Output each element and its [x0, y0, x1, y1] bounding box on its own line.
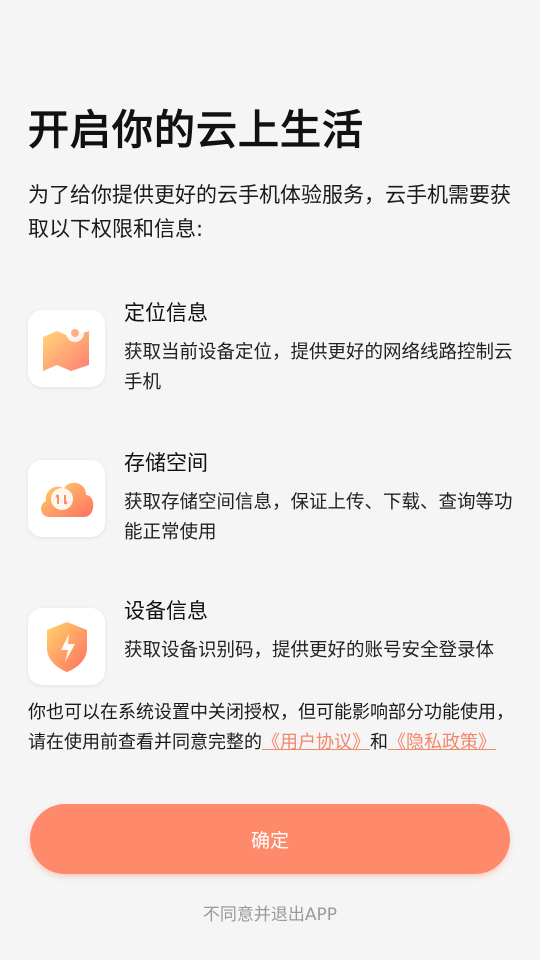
- permission-title: 设备信息: [124, 599, 208, 623]
- authorization-notice: 你也可以在系统设置中关闭授权，但可能影响部分功能使用，请在使用前查看并同意完整的…: [28, 698, 518, 758]
- permission-desc: 获取存储空间信息，保证上传、下载、查询等功能正常使用: [124, 492, 513, 543]
- notice-and: 和: [370, 732, 388, 753]
- permission-item-location: 定位信息 获取当前设备定位，提供更好的网络线路控制云手机: [28, 301, 524, 426]
- permission-item-storage: 存储空间 获取存储空间信息，保证上传、下载、查询等功能正常使用: [28, 451, 524, 576]
- permission-page: 开启你的云上生活 为了给你提供更好的云手机体验服务，云手机需要获取以下权限和信息…: [0, 0, 540, 960]
- user-agreement-link[interactable]: 《用户协议》: [262, 732, 370, 753]
- privacy-policy-link[interactable]: 《隐私政策》: [388, 732, 496, 753]
- location-map-icon: [28, 310, 105, 387]
- intro-text: 为了给你提供更好的云手机体验服务，云手机需要获取以下权限和信息:: [28, 183, 511, 241]
- permission-desc: 获取设备识别码，提供更好的账号安全登录体: [124, 640, 495, 661]
- permission-desc: 获取当前设备定位，提供更好的网络线路控制云手机: [124, 342, 513, 393]
- permission-title: 定位信息: [124, 301, 208, 325]
- page-title: 开启你的云上生活: [28, 106, 364, 154]
- confirm-button[interactable]: 确定: [30, 804, 510, 874]
- security-shield-icon: [28, 608, 105, 685]
- decline-exit-button[interactable]: 不同意并退出APP: [0, 900, 540, 925]
- permission-title: 存储空间: [124, 451, 208, 475]
- cloud-storage-icon: [28, 460, 105, 537]
